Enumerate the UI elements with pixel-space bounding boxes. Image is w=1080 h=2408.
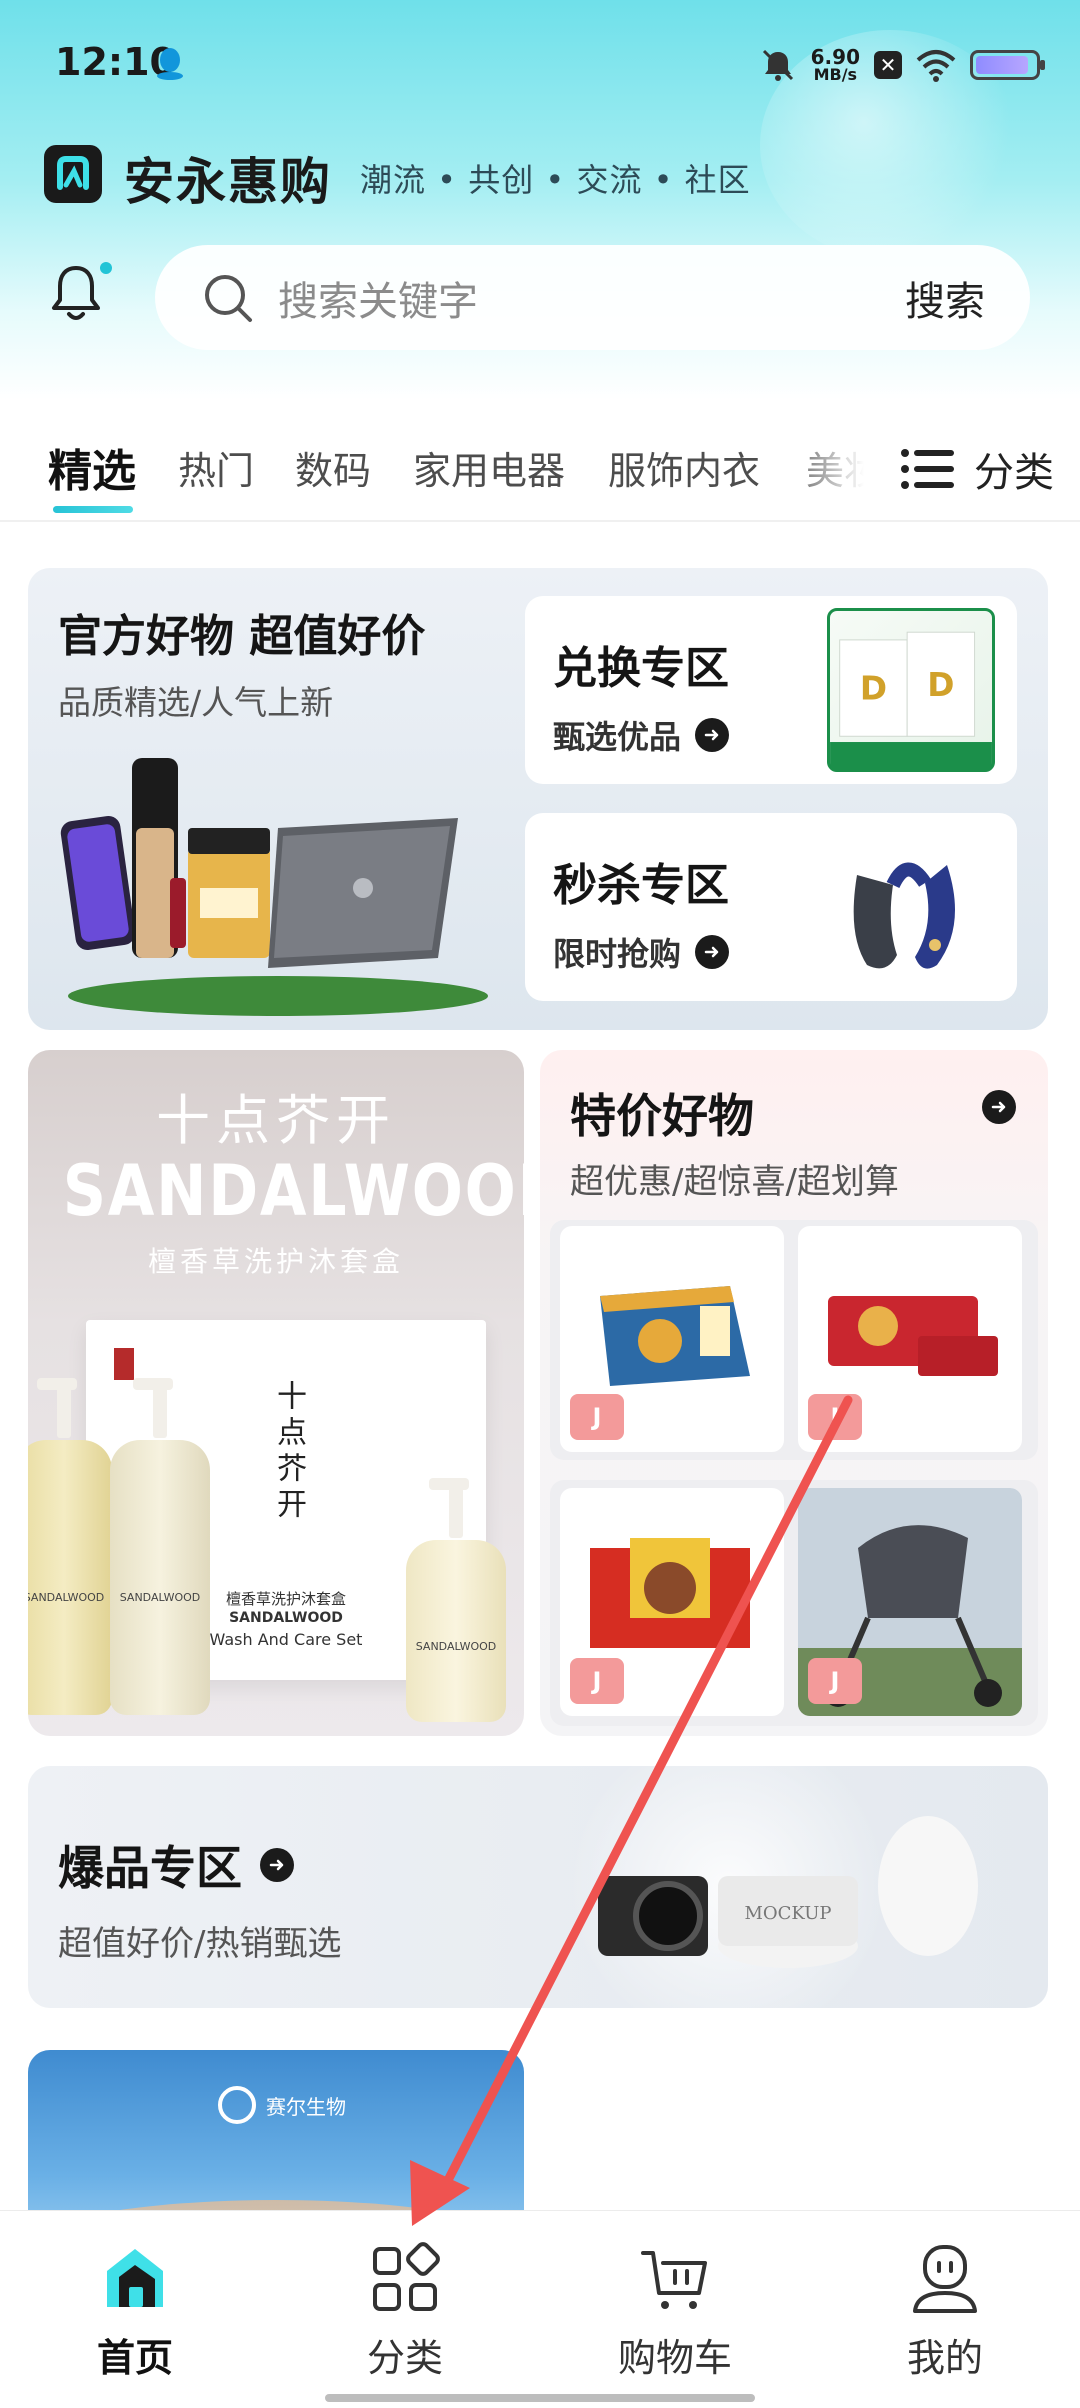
shopping-cart-icon xyxy=(641,2251,707,2309)
active-tab-indicator xyxy=(53,506,133,513)
special-offers-subtitle: 超优惠/超惊喜/超划算 xyxy=(570,1162,899,1202)
gift-box-brand: 十点芥开 xyxy=(271,1380,306,1524)
bottom-navigation: 首页 分类 购物车 我的 xyxy=(0,2210,1080,2408)
svg-text:D: D xyxy=(927,666,954,704)
status-icons: 6.90 MB/s ✕ xyxy=(759,40,1045,90)
nav-home[interactable]: 首页 xyxy=(35,2241,235,2382)
app-title: 安永惠购 xyxy=(124,153,332,211)
network-speed: 6.90 MB/s xyxy=(810,45,860,84)
sandalwood-description: 檀香草洗护沐套盒 xyxy=(147,1245,404,1278)
exchange-zone-card[interactable]: 兑换专区 甄选优品 D D xyxy=(525,596,1017,784)
arrow-right-icon[interactable] xyxy=(982,1090,1016,1124)
all-categories-button[interactable]: 分类 xyxy=(900,440,1054,498)
nav-category-label: 分类 xyxy=(366,2336,443,2380)
search-icon xyxy=(205,274,252,322)
official-goods-banner[interactable]: 官方好物 超值好价 品质精选/人气上新 兑换专区 甄选优品 D D 秒杀专区 限… xyxy=(28,568,1048,1030)
nav-profile[interactable]: 我的 xyxy=(845,2241,1045,2382)
search-bar[interactable]: 搜索关键字 搜索 xyxy=(155,245,1030,350)
exchange-zone-title: 兑换专区 xyxy=(553,643,729,694)
hot-products-title: 爆品专区 xyxy=(58,1832,294,1898)
conditioner-bottle: SANDALWOOD xyxy=(406,1478,506,1722)
official-banner-title: 官方好物 超值好价 xyxy=(58,611,426,662)
app-slogan: 潮流 • 共创 • 交流 • 社区 xyxy=(360,161,751,199)
nav-profile-label: 我的 xyxy=(906,2336,983,2380)
search-input[interactable]: 搜索关键字 xyxy=(278,269,905,327)
nav-cart-label: 购物车 xyxy=(617,2336,732,2380)
product-thumb-red-box[interactable]: J xyxy=(798,1226,1022,1452)
notification-dot xyxy=(100,262,112,274)
product-badge: J xyxy=(808,1394,862,1440)
flash-sale-link[interactable]: 限时抢购 xyxy=(553,929,730,975)
shampoo-bottle: SANDALWOOD xyxy=(110,1378,210,1715)
products-collage-image xyxy=(60,758,488,1016)
category-tabs: 精选 热门 数码 家用电器 服饰内衣 美妆 分类 xyxy=(0,420,1080,520)
shower-gel-bottle: SANDALWOOD xyxy=(28,1378,112,1715)
special-offers-title: 特价好物 xyxy=(570,1089,754,1143)
profile-icon xyxy=(913,2245,977,2313)
sandalwood-promo-card[interactable]: 十点芥开 SANDALWOOD 檀香草洗护沐套盒 十点芥开 檀香草洗护沐套盒 S… xyxy=(28,1050,524,1736)
arrow-right-icon xyxy=(695,935,730,969)
nav-home-label: 首页 xyxy=(96,2336,173,2380)
tab-appliances[interactable]: 家用电器 xyxy=(413,440,565,495)
search-button[interactable]: 搜索 xyxy=(905,269,985,327)
product-badge: J xyxy=(570,1394,624,1440)
supplement-box-image: D D xyxy=(827,608,995,772)
qq-penguin-icon xyxy=(157,48,183,80)
flash-sale-title: 秒杀专区 xyxy=(553,860,729,911)
status-bar: 12:10 6.90 MB/s ✕ xyxy=(0,0,1080,120)
menu-list-icon xyxy=(901,449,954,489)
product-thumb-stroller[interactable]: J xyxy=(798,1488,1022,1716)
sandalwood-brand-en: SANDALWOOD xyxy=(62,1150,524,1232)
special-offers-card[interactable]: 特价好物 超优惠/超惊喜/超划算 J J J J xyxy=(540,1050,1048,1736)
app-logo xyxy=(44,145,102,203)
home-icon xyxy=(107,2249,163,2307)
notification-badge-icon: ✕ xyxy=(874,51,902,79)
category-grid-icon xyxy=(373,2242,440,2311)
nav-cart[interactable]: 购物车 xyxy=(575,2241,775,2382)
sandalwood-brand-cn: 十点芥开 xyxy=(156,1089,396,1152)
tab-apparel[interactable]: 服饰内衣 xyxy=(608,440,760,495)
tab-featured[interactable]: 精选 xyxy=(48,435,136,499)
neck-massager-image xyxy=(853,862,955,969)
brand-seal xyxy=(114,1348,134,1380)
exchange-zone-link[interactable]: 甄选优品 xyxy=(553,712,730,758)
tab-digital[interactable]: 数码 xyxy=(295,440,371,495)
wifi-icon xyxy=(916,50,956,82)
svg-text:MOCKUP: MOCKUP xyxy=(744,1903,831,1924)
arrow-right-icon xyxy=(260,1848,294,1882)
nav-category[interactable]: 分类 xyxy=(305,2241,505,2382)
tabs-divider xyxy=(0,520,1080,522)
tabs-fade xyxy=(780,420,900,510)
product-badge: J xyxy=(570,1658,624,1704)
all-categories-label: 分类 xyxy=(974,450,1054,496)
product-badge: J xyxy=(808,1658,862,1704)
arrow-right-icon xyxy=(695,718,730,752)
flash-sale-card[interactable]: 秒杀专区 限时抢购 xyxy=(525,813,1017,1001)
hot-products-subtitle: 超值好价/热销甄选 xyxy=(58,1924,342,1964)
battery-icon xyxy=(970,50,1045,80)
mute-bell-icon xyxy=(762,49,793,81)
tab-hot[interactable]: 热门 xyxy=(178,440,254,495)
svg-text:D: D xyxy=(860,670,887,708)
camera-cosmetics-image: MOCKUP xyxy=(598,1816,978,1968)
product-thumb-snack-box[interactable]: J xyxy=(560,1488,784,1716)
product-thumb-gift-box[interactable]: J xyxy=(560,1226,784,1452)
official-banner-subtitle: 品质精选/人气上新 xyxy=(58,683,334,722)
home-indicator[interactable] xyxy=(325,2394,755,2402)
partial-banner-logo: 赛尔生物 xyxy=(218,2086,346,2124)
notification-bell-icon[interactable] xyxy=(48,262,104,324)
hot-products-banner[interactable]: 爆品专区 超值好价/热销甄选 MOCKUP xyxy=(28,1766,1048,2008)
